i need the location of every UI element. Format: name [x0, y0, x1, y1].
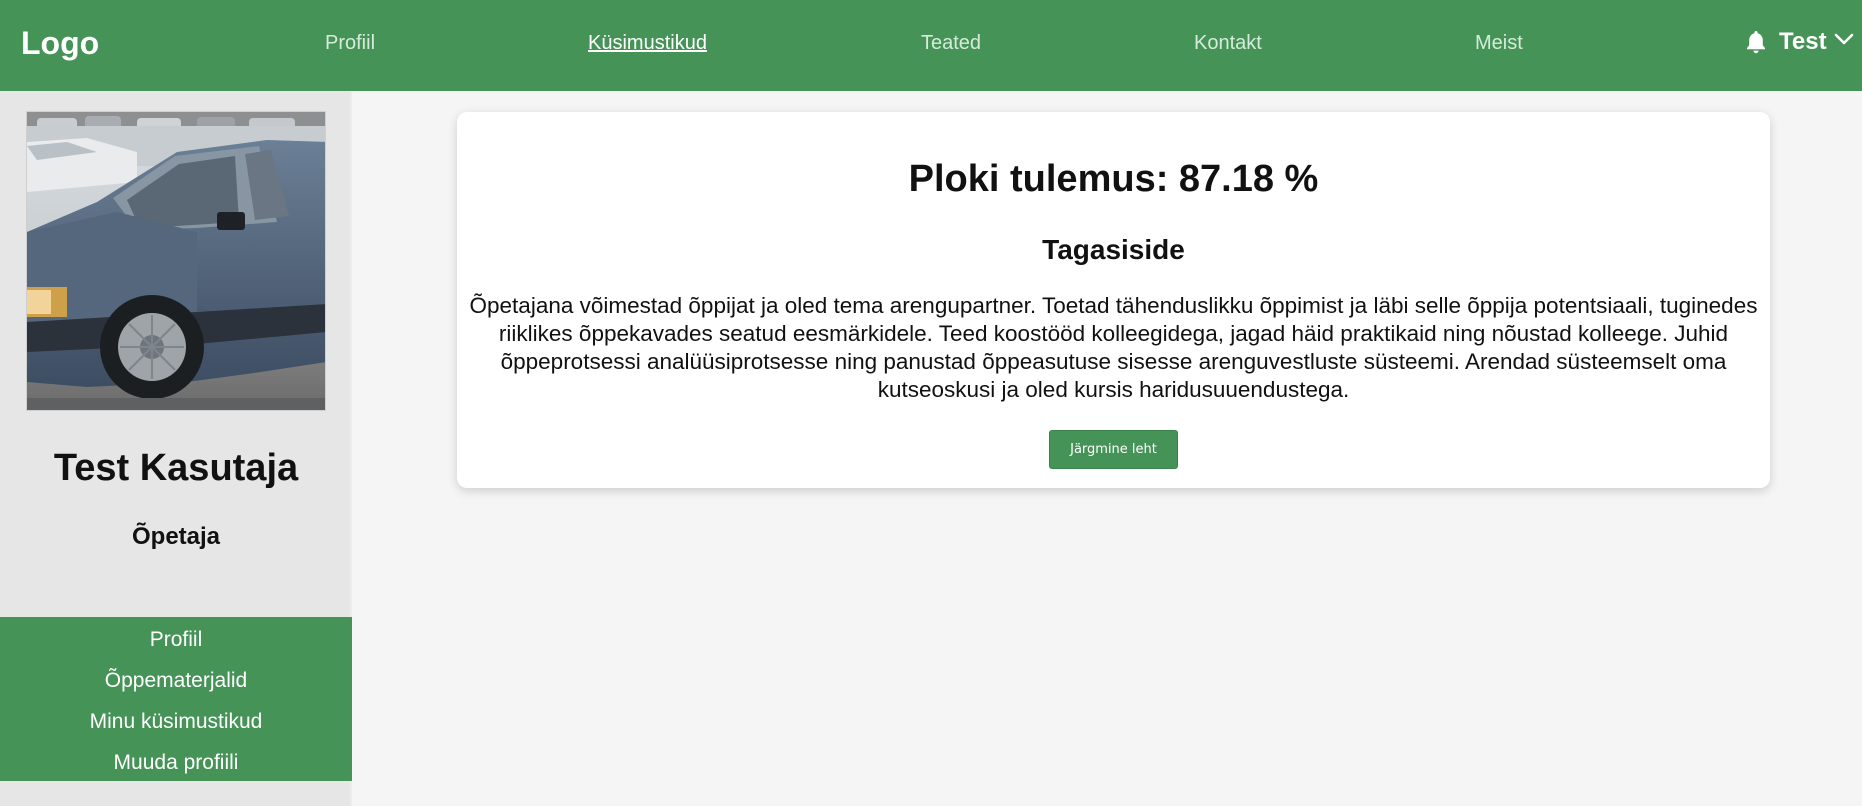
sidebar-item-oppematerjalid[interactable]: Õppematerjalid [0, 662, 352, 703]
feedback-heading: Tagasiside [1042, 234, 1185, 265]
sidebar-item-minu-kusimustikud[interactable]: Minu küsimustikud [0, 703, 352, 744]
nav-link-kusimustikud[interactable]: Küsimustikud [588, 30, 707, 56]
nav-link-kontakt[interactable]: Kontakt [1194, 30, 1262, 56]
feedback-text: Õpetajana võimestad õppijat ja oled tema… [469, 293, 1758, 402]
sidebar-item-muuda-profiili[interactable]: Muuda profiili [0, 744, 352, 785]
avatar-car-photo [27, 112, 325, 410]
next-page-button[interactable]: Järgmine leht [1049, 430, 1178, 469]
sidebar-menu: Profiil Õppematerjalid Minu küsimustikud… [0, 617, 352, 781]
nav-link-teated[interactable]: Teated [921, 30, 981, 56]
nav-link-profiil[interactable]: Profiil [325, 30, 375, 56]
user-menu[interactable]: Test [1779, 26, 1855, 58]
user-full-name: Test Kasutaja [53, 447, 299, 489]
result-card: Ploki tulemus: 87.18 % Tagasiside Õpetaj… [457, 112, 1770, 488]
logo[interactable]: Logo [21, 23, 99, 63]
user-menu-label: Test [1779, 28, 1827, 55]
nav-link-meist[interactable]: Meist [1475, 30, 1523, 56]
avatar [26, 111, 326, 411]
top-navigation-bar: Logo Profiil Küsimustikud Teated Kontakt… [0, 0, 1862, 91]
user-role: Õpetaja [131, 523, 221, 550]
bell-icon[interactable] [1744, 29, 1768, 55]
sidebar-item-profiil[interactable]: Profiil [0, 621, 352, 662]
chevron-down-icon [1833, 28, 1855, 57]
block-result-title: Ploki tulemus: 87.18 % [908, 158, 1319, 200]
profile-sidebar: Test Kasutaja Õpetaja Profiil Õppematerj… [0, 91, 352, 806]
